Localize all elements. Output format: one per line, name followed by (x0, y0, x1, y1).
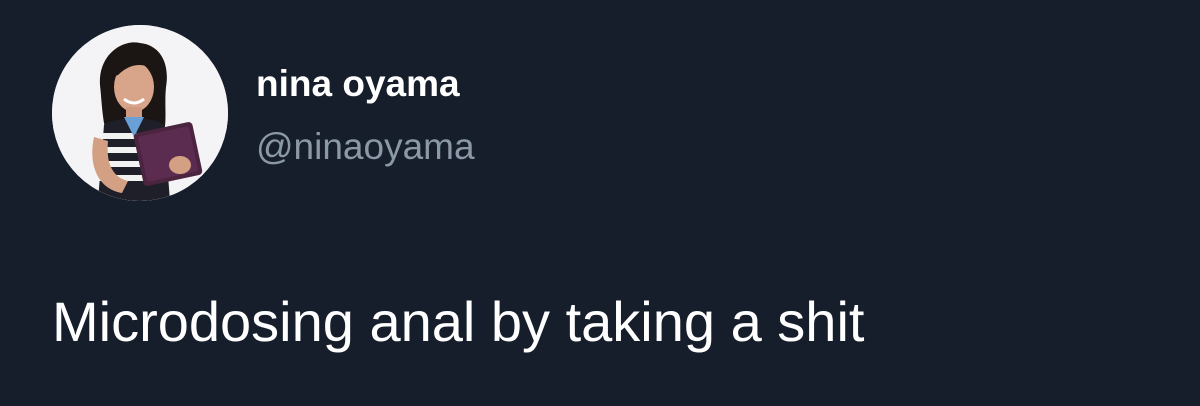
author-display-name[interactable]: nina oyama (256, 60, 460, 108)
profile-photo-icon (52, 25, 228, 201)
tweet-card: nina oyama @ninaoyama Microdosing anal b… (0, 0, 1200, 406)
author-handle[interactable]: @ninaoyama (256, 123, 475, 171)
tweet-text: Microdosing anal by taking a shit (52, 290, 865, 353)
avatar[interactable] (52, 25, 228, 201)
